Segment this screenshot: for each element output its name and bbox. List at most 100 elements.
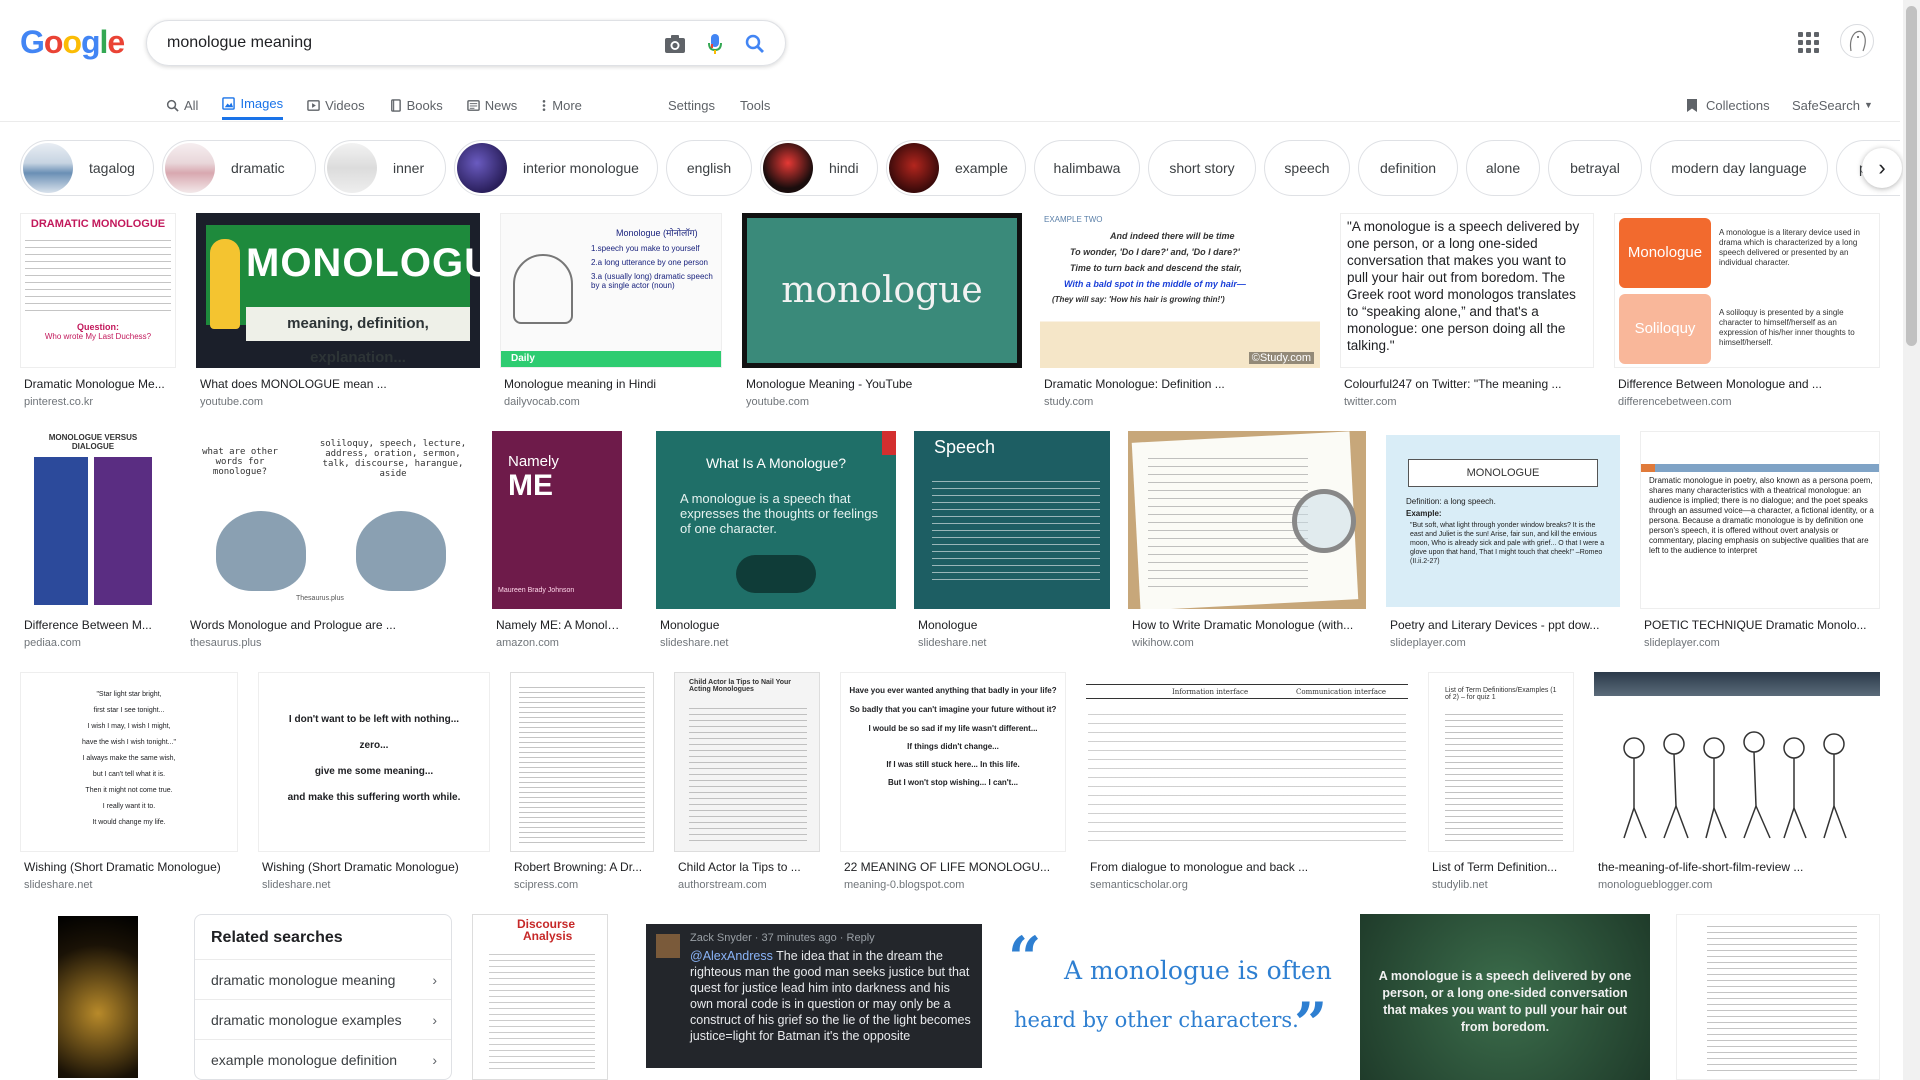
image-result[interactable]: A monologue is a speech delivered by one… — [1360, 914, 1650, 1080]
search-input[interactable] — [167, 34, 647, 52]
result-source[interactable]: meaning-0.blogspot.com — [844, 879, 964, 891]
result-source[interactable]: scipress.com — [514, 879, 578, 891]
safesearch-dropdown[interactable]: SafeSearch ▼ — [1792, 90, 1873, 120]
image-result[interactable]: Speech Monologue slideshare.net — [914, 431, 1110, 653]
google-logo[interactable]: Google — [20, 24, 125, 61]
chip-halimbawa[interactable]: halimbawa — [1034, 140, 1140, 196]
result-source[interactable]: authorstream.com — [678, 879, 767, 891]
result-title[interactable]: Words Monologue and Prologue are ... — [190, 618, 472, 632]
image-result[interactable] — [20, 914, 176, 1080]
result-source[interactable]: slideshare.net — [24, 879, 93, 891]
result-source[interactable]: slideplayer.com — [1390, 637, 1466, 649]
image-result[interactable] — [1676, 914, 1880, 1080]
chip-tagalog[interactable]: tagalog — [20, 140, 154, 196]
tab-books[interactable]: Books — [389, 90, 443, 120]
result-source[interactable]: wikihow.com — [1132, 637, 1194, 649]
result-source[interactable]: dailyvocab.com — [504, 396, 580, 408]
image-result[interactable]: "A monologue is a speech delivered by on… — [1340, 213, 1594, 413]
image-result[interactable]: List of Term Definitions/Examples (1 of … — [1428, 672, 1574, 894]
image-result[interactable]: MONOLOGUE Definition: a long speech. Exa… — [1386, 431, 1620, 653]
chip-definition[interactable]: definition — [1358, 140, 1458, 196]
image-result[interactable]: Dramatic monologue in poetry, also known… — [1640, 431, 1880, 653]
result-source[interactable]: thesaurus.plus — [190, 637, 262, 649]
account-avatar[interactable] — [1840, 24, 1874, 58]
result-source[interactable]: differencebetween.com — [1618, 396, 1732, 408]
chip-hindi[interactable]: hindi — [760, 140, 878, 196]
result-title[interactable]: 22 MEANING OF LIFE MONOLOGU... — [844, 860, 1066, 874]
result-source[interactable]: twitter.com — [1344, 396, 1397, 408]
result-title[interactable]: Colourful247 on Twitter: "The meaning ..… — [1344, 377, 1594, 391]
result-title[interactable]: Difference Between M... — [24, 618, 166, 632]
result-source[interactable]: slideplayer.com — [1644, 637, 1720, 649]
result-title[interactable]: Monologue — [660, 618, 896, 632]
image-result[interactable]: Zack Snyder · 37 minutes ago · Reply @Al… — [646, 924, 982, 1070]
chip-inner[interactable]: inner — [324, 140, 446, 196]
search-icon[interactable] — [743, 32, 767, 56]
result-source[interactable]: slideshare.net — [918, 637, 987, 649]
tab-news[interactable]: News — [466, 90, 517, 120]
result-source[interactable]: youtube.com — [746, 396, 809, 408]
chip-english[interactable]: english — [666, 140, 752, 196]
scrollbar-thumb[interactable] — [1906, 6, 1917, 346]
chip-dramatic[interactable]: dramatic — [162, 140, 316, 196]
image-result[interactable]: Monologue (मोनोलॉग) 1.speech you make to… — [500, 213, 722, 413]
image-result[interactable]: Discourse Analysis — [472, 914, 608, 1080]
result-title[interactable]: Wishing (Short Dramatic Monologue) — [24, 860, 238, 874]
related-search-item[interactable]: dramatic monologue meaning › — [195, 959, 451, 999]
chip-short-story[interactable]: short story — [1148, 140, 1256, 196]
result-source[interactable]: monologueblogger.com — [1598, 879, 1712, 891]
camera-icon[interactable] — [663, 32, 687, 56]
chip-interior-monologue[interactable]: interior monologue — [454, 140, 658, 196]
result-source[interactable]: study.com — [1044, 396, 1093, 408]
tab-all[interactable]: All — [166, 90, 198, 120]
result-title[interactable]: From dialogue to monologue and back ... — [1090, 860, 1408, 874]
tab-videos[interactable]: Videos — [307, 90, 365, 120]
tools-link[interactable]: Tools — [740, 90, 770, 120]
result-source[interactable]: pediaa.com — [24, 637, 81, 649]
related-search-item[interactable]: dramatic monologue examples › — [195, 999, 451, 1039]
result-title[interactable]: Poetry and Literary Devices - ppt dow... — [1390, 618, 1620, 632]
result-title[interactable]: the-meaning-of-life-short-film-review ..… — [1598, 860, 1880, 874]
tab-images[interactable]: Images — [222, 90, 284, 120]
microphone-icon[interactable] — [703, 32, 727, 56]
image-result[interactable]: DRAMATIC MONOLOGUE Question: Who wrote M… — [20, 213, 176, 413]
result-title[interactable]: Dramatic Monologue: Definition ... — [1044, 377, 1320, 391]
related-search-item[interactable]: example monologue definition › — [195, 1039, 451, 1079]
result-source[interactable]: slideshare.net — [262, 879, 331, 891]
image-result[interactable]: MONOLOGUE meaning, definition, explanati… — [196, 213, 480, 413]
result-title[interactable]: Monologue meaning in Hindi — [504, 377, 722, 391]
result-title[interactable]: Namely ME: A Monolo... — [496, 618, 622, 632]
image-result[interactable]: “ A monologue is often heard by other ch… — [1002, 914, 1336, 1080]
image-result[interactable]: Child Actor la Tips to Nail Your Acting … — [674, 672, 820, 894]
chip-speech[interactable]: speech — [1264, 140, 1350, 196]
result-source[interactable]: pinterest.co.kr — [24, 396, 93, 408]
image-result[interactable]: I don't want to be left with nothing... … — [258, 672, 490, 894]
result-title[interactable]: Monologue Meaning - YouTube — [746, 377, 1022, 391]
chips-next-arrow-icon[interactable]: › — [1862, 148, 1902, 188]
result-title[interactable]: What does MONOLOGUE mean ... — [200, 377, 480, 391]
result-title[interactable]: POETIC TECHNIQUE Dramatic Monolo... — [1644, 618, 1880, 632]
result-title[interactable]: Robert Browning: A Dr... — [514, 860, 654, 874]
image-result[interactable]: Have you ever wanted anything that badly… — [840, 672, 1066, 894]
result-title[interactable]: Wishing (Short Dramatic Monologue) — [262, 860, 490, 874]
apps-grid-icon[interactable] — [1796, 30, 1820, 54]
chip-betrayal[interactable]: betrayal — [1548, 140, 1642, 196]
tab-more[interactable]: More — [541, 90, 582, 120]
result-source[interactable]: amazon.com — [496, 637, 559, 649]
result-source[interactable]: semanticscholar.org — [1090, 879, 1188, 891]
result-title[interactable]: How to Write Dramatic Monologue (with... — [1132, 618, 1366, 632]
chip-alone[interactable]: alone — [1466, 140, 1540, 196]
image-result[interactable]: "Star light star bright, first star I se… — [20, 672, 238, 894]
result-title[interactable]: Child Actor la Tips to ... — [678, 860, 820, 874]
result-source[interactable]: youtube.com — [200, 396, 263, 408]
result-title[interactable]: Difference Between Monologue and ... — [1618, 377, 1880, 391]
image-result[interactable]: the-meaning-of-life-short-film-review ..… — [1594, 672, 1880, 894]
image-result[interactable]: monologue Monologue Meaning - YouTube yo… — [742, 213, 1022, 413]
result-source[interactable]: slideshare.net — [660, 637, 729, 649]
image-result[interactable]: Information interface Communication inte… — [1086, 672, 1408, 894]
result-title[interactable]: Monologue — [918, 618, 1110, 632]
image-result[interactable]: How to Write Dramatic Monologue (with...… — [1128, 431, 1366, 653]
settings-link[interactable]: Settings — [668, 90, 715, 120]
result-source[interactable]: studylib.net — [1432, 879, 1488, 891]
chip-modern-day-language[interactable]: modern day language — [1650, 140, 1828, 196]
